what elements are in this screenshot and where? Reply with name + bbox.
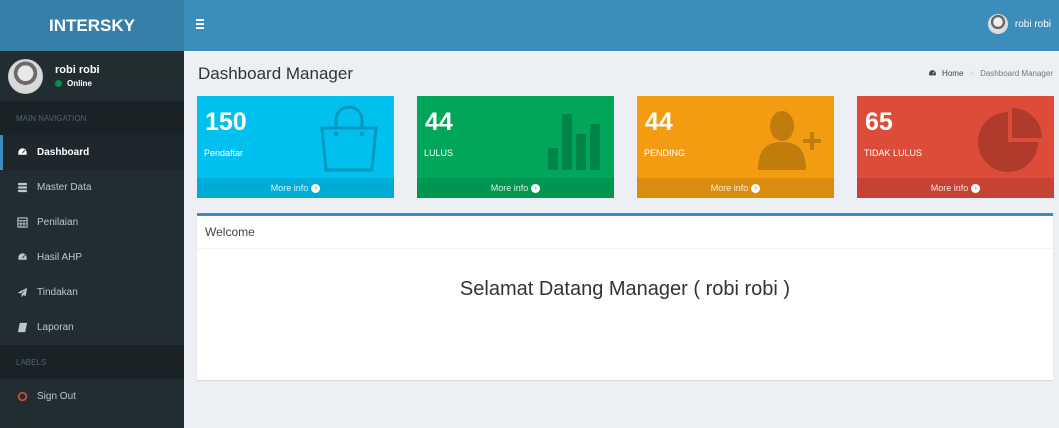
top-navbar: robi robi xyxy=(184,0,1059,51)
breadcrumb-current: Dashboard Manager xyxy=(980,69,1053,78)
sidebar-item-tindakan[interactable]: Tindakan xyxy=(0,275,184,310)
nav-header-main: MAIN NAVIGATION xyxy=(0,101,184,135)
online-status-icon xyxy=(55,80,62,87)
dashboard-icon xyxy=(928,69,937,77)
sidebar-item-label: Tindakan xyxy=(37,287,78,298)
app-logo[interactable]: INTERSKY xyxy=(0,0,184,51)
stat-value: 44 xyxy=(425,108,453,136)
bar-chart-icon xyxy=(548,114,600,170)
avatar xyxy=(8,58,43,94)
welcome-box-header: Welcome xyxy=(197,216,1053,249)
sidebar-item-laporan[interactable]: Laporan xyxy=(0,310,184,345)
welcome-message: Selamat Datang Manager ( robi robi ) xyxy=(459,278,791,300)
sidebar-item-label: Dashboard xyxy=(37,147,90,158)
stat-box-pending: 44 PENDING More info › xyxy=(637,96,834,198)
stat-value: 150 xyxy=(205,108,247,136)
paper-plane-icon xyxy=(16,287,28,299)
calculator-icon xyxy=(16,217,28,229)
pie-chart-icon xyxy=(978,108,1042,172)
welcome-box: Welcome Selamat Datang Manager ( robi ro… xyxy=(197,213,1053,380)
sign-out-link[interactable]: Sign Out xyxy=(0,379,184,414)
circle-o-icon xyxy=(16,391,28,403)
breadcrumb: Home > Dashboard Manager xyxy=(928,69,1053,78)
breadcrumb-home[interactable]: Home xyxy=(942,69,963,78)
user-status: Online xyxy=(55,79,100,88)
app-logo-text: INTERSKY xyxy=(49,15,135,35)
stat-label: LULUS xyxy=(424,148,454,158)
more-info-label: More info xyxy=(930,183,969,193)
book-icon xyxy=(16,322,28,334)
stat-label: TIDAK LULUS xyxy=(864,148,923,158)
sign-out-label: Sign Out xyxy=(37,391,76,402)
arrow-circle-right-icon: › xyxy=(531,183,541,193)
stat-value: 44 xyxy=(645,108,673,136)
arrow-circle-right-icon: › xyxy=(311,183,321,193)
user-name: robi robi xyxy=(55,64,100,76)
dashboard-icon xyxy=(16,147,28,159)
breadcrumb-separator: > xyxy=(969,69,975,78)
sidebar-item-label: Hasil AHP xyxy=(37,252,83,263)
stat-box-lulus: 44 LULUS More info › xyxy=(417,96,614,198)
more-info-label: More info xyxy=(490,183,529,193)
user-info: robi robi Online xyxy=(55,64,100,88)
stat-box-pendaftar: 150 Pendaftar More info › xyxy=(197,96,394,198)
stat-value: 65 xyxy=(865,108,893,136)
stat-label: PENDING xyxy=(644,148,686,158)
more-info-label: More info xyxy=(710,183,749,193)
more-info-link[interactable]: More info › xyxy=(637,178,834,198)
sidebar-item-dashboard[interactable]: Dashboard xyxy=(0,135,184,170)
welcome-box-title: Welcome xyxy=(205,225,255,239)
more-info-link[interactable]: More info › xyxy=(197,178,394,198)
stat-box-tidak-lulus: 65 TIDAK LULUS More info › xyxy=(857,96,1054,198)
sidebar-item-label: Laporan xyxy=(37,322,74,333)
sidebar-item-hasil-ahp[interactable]: Hasil AHP xyxy=(0,240,184,275)
shopping-bag-icon xyxy=(320,105,378,172)
nav-header-labels-label: LABELS xyxy=(16,357,47,367)
sidebar-item-penilaian[interactable]: Penilaian xyxy=(0,205,184,240)
user-status-label: Online xyxy=(67,79,92,88)
user-menu[interactable]: robi robi xyxy=(987,14,1051,34)
sidebar: INTERSKY robi robi Online MAIN NAVIGATIO… xyxy=(0,0,184,428)
sidebar-item-master-data[interactable]: Master Data xyxy=(0,170,184,205)
user-panel: robi robi Online xyxy=(0,51,184,101)
more-info-link[interactable]: More info › xyxy=(857,178,1054,198)
user-plus-icon xyxy=(758,111,821,170)
menu-icon[interactable] xyxy=(196,16,212,32)
dashboard-icon xyxy=(16,252,28,264)
database-icon xyxy=(16,182,28,194)
page-title: Dashboard Manager xyxy=(198,64,353,83)
sidebar-item-label: Penilaian xyxy=(37,217,79,228)
nav-header-labels: LABELS xyxy=(0,345,184,379)
more-info-link[interactable]: More info › xyxy=(417,178,614,198)
nav-header-main-label: MAIN NAVIGATION xyxy=(16,113,87,123)
arrow-circle-right-icon: › xyxy=(971,183,981,193)
sidebar-item-label: Master Data xyxy=(37,182,92,193)
arrow-circle-right-icon: › xyxy=(751,183,761,193)
more-info-label: More info xyxy=(270,183,309,193)
stat-label: Pendaftar xyxy=(204,148,244,158)
avatar xyxy=(987,14,1008,34)
top-username: robi robi xyxy=(1014,18,1051,30)
